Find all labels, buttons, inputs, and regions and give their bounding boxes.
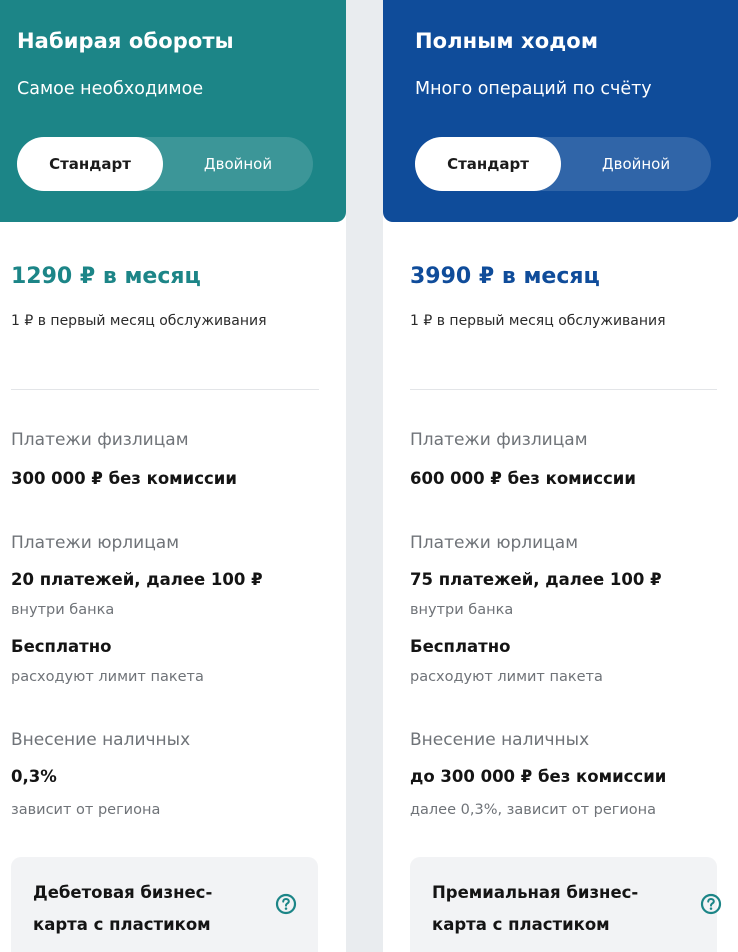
plan-variant-toggle: Стандарт Двойной <box>17 137 313 191</box>
toggle-standard-option[interactable]: Стандарт <box>415 137 561 191</box>
legal-payments-label: Платежи юрлицам <box>11 533 180 553</box>
premium-card-info[interactable]: Премиальная бизнес- карта с пластиком <box>410 857 722 952</box>
toggle-double-option[interactable]: Двойной <box>561 137 711 191</box>
individuals-payments-label: Платежи физлицам <box>410 430 588 450</box>
debit-card-info[interactable]: Дебетовая бизнес- карта с пластиком <box>11 857 318 952</box>
cash-deposit-label: Внесение наличных <box>11 730 191 750</box>
free-payments-value: Бесплатно <box>410 637 511 656</box>
divider <box>11 389 319 390</box>
plan-variant-toggle: Стандарт Двойной <box>415 137 711 191</box>
legal-payments-note: внутри банка <box>11 602 115 618</box>
cash-deposit-note: зависит от региона <box>11 802 161 818</box>
legal-payments-label: Платежи юрлицам <box>410 533 579 553</box>
toggle-double-option[interactable]: Двойной <box>163 137 313 191</box>
card-box-line-1: Премиальная бизнес- <box>432 883 639 902</box>
individuals-payments-value: 600 000 ₽ без комиссии <box>410 469 636 488</box>
plan-header: Полным ходом Много операций по счёту Ста… <box>383 0 738 222</box>
individuals-payments-value: 300 000 ₽ без комиссии <box>11 469 237 488</box>
plan-subtitle: Много операций по счёту <box>415 79 652 99</box>
plan-price: 1290 ₽ в месяц <box>11 264 201 289</box>
plan-subtitle: Самое необходимое <box>17 79 204 99</box>
individuals-payments-label: Платежи физлицам <box>11 430 189 450</box>
plan-price: 3990 ₽ в месяц <box>410 264 600 289</box>
plan-card-polnym-khodom: Полным ходом Много операций по счёту Ста… <box>383 0 738 952</box>
legal-payments-value: 20 платежей, далее 100 ₽ <box>11 570 263 589</box>
price-note: 1 ₽ в первый месяц обслуживания <box>410 313 666 329</box>
cash-deposit-note: далее 0,3%, зависит от региона <box>410 802 657 818</box>
free-payments-note: расходуют лимит пакета <box>11 669 204 685</box>
cash-deposit-value: до 300 000 ₽ без комиссии <box>410 767 667 786</box>
question-circle-icon[interactable] <box>275 893 297 915</box>
card-box-label: Дебетовая бизнес- карта с пластиком <box>33 877 253 941</box>
cash-deposit-value: 0,3% <box>11 767 57 786</box>
free-payments-note: расходуют лимит пакета <box>410 669 603 685</box>
plan-card-nabiraya-oboroty: Набирая обороты Самое необходимое Станда… <box>0 0 346 952</box>
card-box-line-2: карта с пластиком <box>33 915 211 934</box>
divider <box>410 389 717 390</box>
question-circle-icon[interactable] <box>700 893 722 915</box>
card-box-line-1: Дебетовая бизнес- <box>33 883 213 902</box>
toggle-standard-option[interactable]: Стандарт <box>17 137 163 191</box>
legal-payments-value: 75 платежей, далее 100 ₽ <box>410 570 662 589</box>
price-note: 1 ₽ в первый месяц обслуживания <box>11 313 267 329</box>
legal-payments-note: внутри банка <box>410 602 514 618</box>
cash-deposit-label: Внесение наличных <box>410 730 590 750</box>
plan-title: Полным ходом <box>415 29 599 53</box>
plan-header: Набирая обороты Самое необходимое Станда… <box>0 0 346 222</box>
plan-title: Набирая обороты <box>17 29 234 53</box>
card-box-line-2: карта с пластиком <box>432 915 610 934</box>
free-payments-value: Бесплатно <box>11 637 112 656</box>
card-box-label: Премиальная бизнес- карта с пластиком <box>432 877 652 941</box>
